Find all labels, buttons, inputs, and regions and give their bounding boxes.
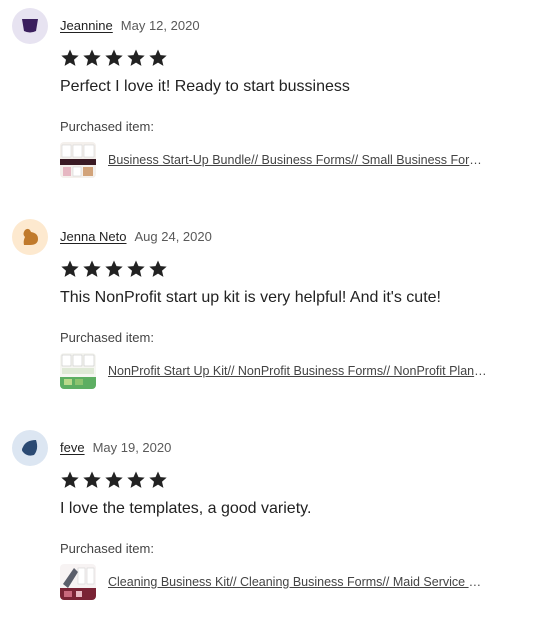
review-date: Aug 24, 2020 (134, 229, 212, 244)
star-icon (61, 49, 79, 66)
star-icon (127, 471, 145, 488)
purchased-label: Purchased item: (60, 330, 154, 345)
star-icon (105, 49, 123, 66)
avatar[interactable] (12, 219, 48, 255)
avatar-shape-icon (23, 228, 38, 245)
purchased-item-link[interactable]: NonProfit Start Up Kit// NonProfit Busin… (108, 364, 488, 378)
review-text: Perfect I love it! Ready to start bussin… (60, 78, 350, 95)
star-icon (61, 260, 79, 277)
avatar[interactable] (12, 430, 48, 466)
review-meta: Jenna Neto Aug 24, 2020 (60, 229, 212, 244)
author-link[interactable]: Jeannine (60, 18, 113, 33)
item-thumbnail[interactable] (60, 564, 96, 600)
item-thumbnail[interactable] (60, 353, 96, 389)
purchased-item-link[interactable]: Business Start-Up Bundle// Business Form… (108, 153, 488, 167)
purchased-label: Purchased item: (60, 119, 154, 134)
purchased-item-link[interactable]: Cleaning Business Kit// Cleaning Busines… (108, 575, 488, 589)
review-text: This NonProfit start up kit is very help… (60, 289, 441, 306)
author-link[interactable]: feve (60, 440, 85, 455)
review-item: Jenna Neto Aug 24, 2020 This NonProfit st… (0, 219, 551, 419)
star-icon (105, 471, 123, 488)
star-icon (149, 49, 167, 66)
review-text: I love the templates, a good variety. (60, 500, 312, 517)
review-item: feve May 19, 2020 I love the templates, a… (0, 430, 551, 625)
item-thumbnail[interactable] (60, 142, 96, 178)
star-icon (83, 471, 101, 488)
review-meta: feve May 19, 2020 (60, 440, 171, 455)
star-icon (105, 260, 123, 277)
star-icon (83, 260, 101, 277)
rating-stars (60, 259, 170, 279)
review-item: Jeannine May 12, 2020 Perfect I love it! … (0, 8, 551, 208)
purchased-label: Purchased item: (60, 541, 154, 556)
review-date: May 12, 2020 (120, 18, 200, 33)
star-icon (149, 471, 167, 488)
star-icon (61, 471, 79, 488)
star-icon (127, 49, 145, 66)
review-date: May 19, 2020 (92, 440, 172, 455)
avatar[interactable] (12, 8, 48, 44)
rating-stars (60, 470, 170, 490)
review-meta: Jeannine May 12, 2020 (60, 18, 200, 33)
rating-stars (60, 48, 170, 68)
author-link[interactable]: Jenna Neto (60, 229, 127, 244)
star-icon (127, 260, 145, 277)
star-icon (149, 260, 167, 277)
star-icon (83, 49, 101, 66)
avatar-shape-icon (22, 19, 38, 33)
avatar-shape-icon (22, 440, 38, 456)
